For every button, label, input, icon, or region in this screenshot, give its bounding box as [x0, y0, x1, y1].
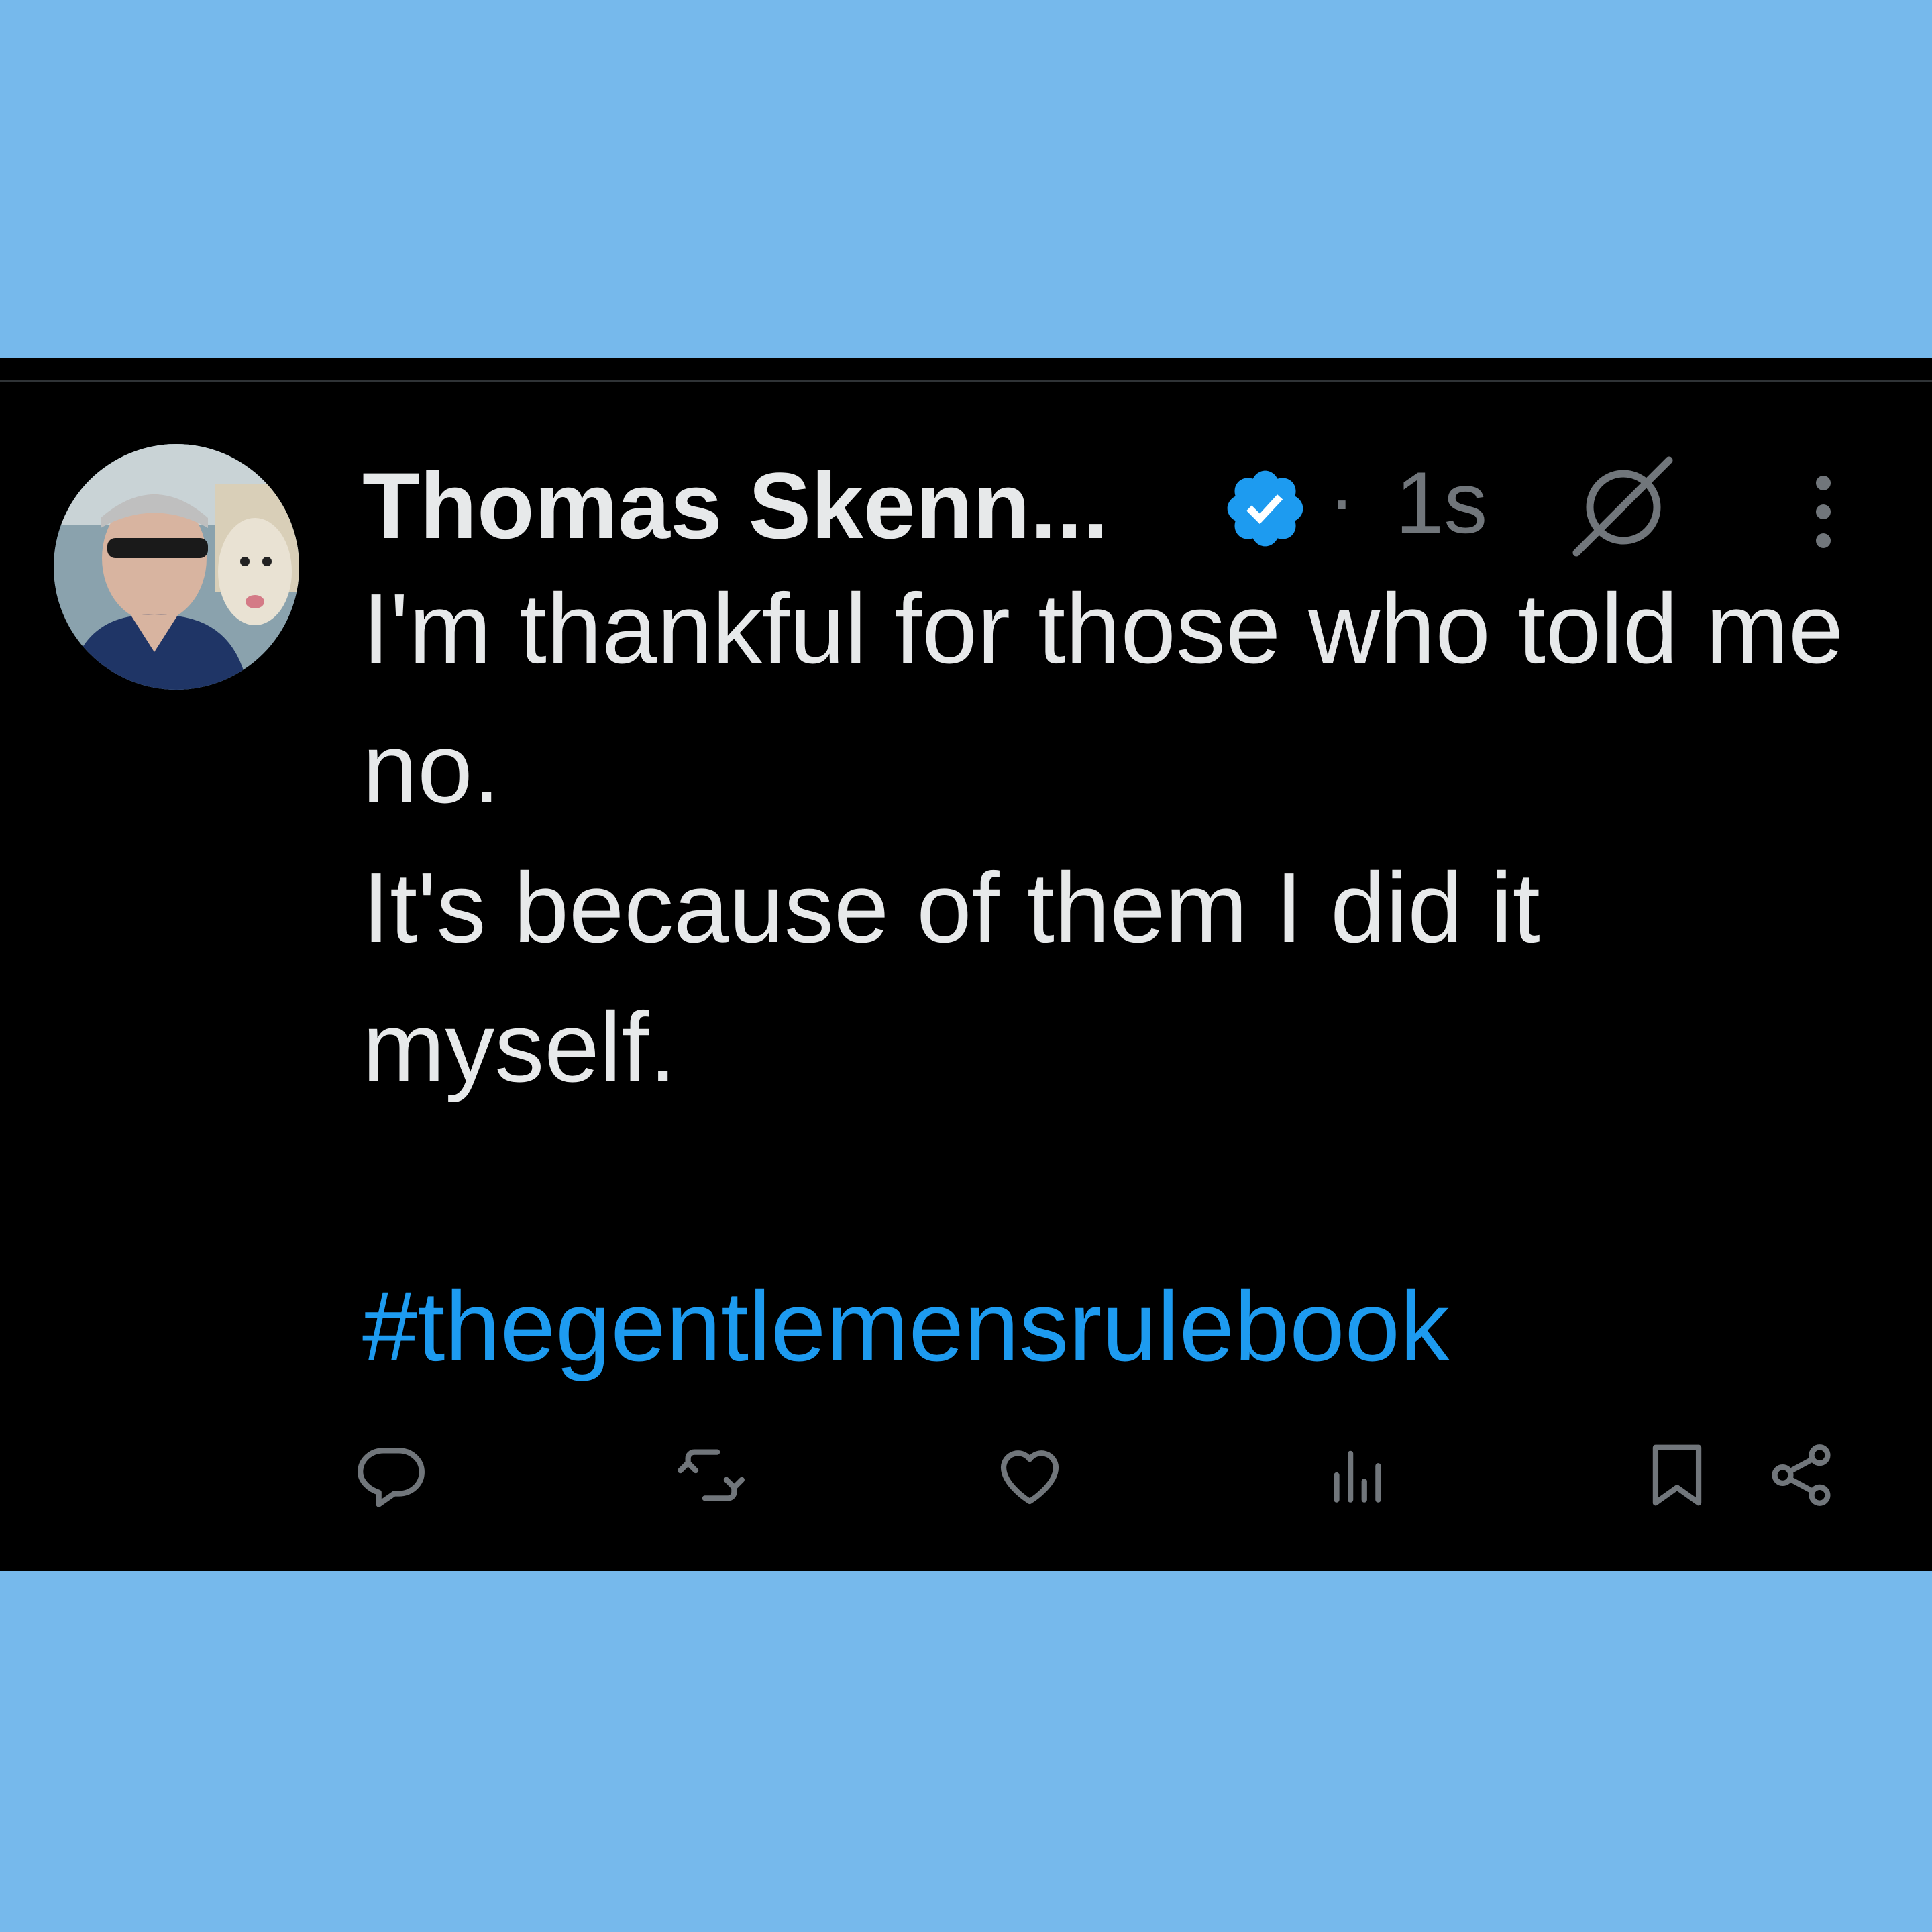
tweet-header: Thomas Skenn... · 1s — [362, 432, 1905, 557]
bookmark-icon[interactable] — [1640, 1438, 1714, 1512]
action-bar — [0, 1425, 1932, 1519]
author-name[interactable]: Thomas Skenn... — [362, 459, 1108, 553]
share-icon[interactable] — [1764, 1438, 1838, 1512]
like-icon[interactable] — [993, 1438, 1067, 1512]
more-vertical-icon[interactable] — [1803, 455, 1843, 569]
separator-dot: · — [1328, 454, 1355, 544]
tweet-text: I'm thankful for those who told me no. I… — [362, 559, 1865, 1118]
verified-badge-icon — [1221, 464, 1309, 553]
hashtag-link[interactable]: #thegentlemensrulebook — [362, 1257, 1450, 1397]
tweet-card[interactable]: Thomas Skenn... · 1s I'm thankful for th… — [0, 358, 1932, 1571]
top-divider — [0, 380, 1932, 382]
tweet-text-line: It's because of them I did it myself. — [362, 853, 1540, 1103]
repost-icon[interactable] — [674, 1438, 748, 1512]
avatar[interactable] — [54, 444, 299, 690]
grok-icon[interactable] — [1563, 452, 1677, 566]
reply-icon[interactable] — [354, 1438, 428, 1512]
timestamp[interactable]: 1s — [1395, 459, 1487, 546]
views-icon[interactable] — [1318, 1438, 1392, 1512]
tweet-text-line: I'm thankful for those who told me no. — [362, 574, 1844, 824]
